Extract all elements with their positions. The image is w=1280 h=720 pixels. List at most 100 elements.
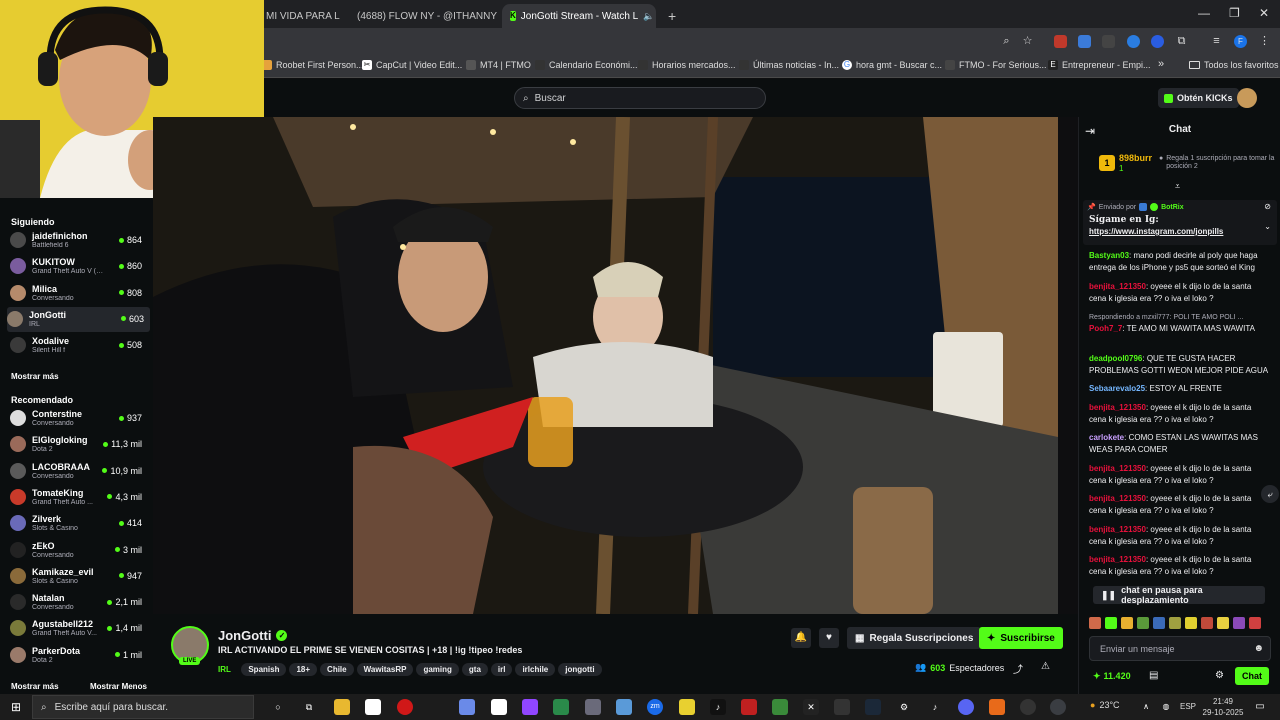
zoom-icon[interactable]: ⌕: [1000, 35, 1013, 48]
chat-message[interactable]: deadpool0796: QUE TE GUSTA HACER PROBLEM…: [1089, 353, 1269, 377]
app-icon[interactable]: [459, 699, 475, 715]
chat-username[interactable]: carlokete: [1089, 433, 1124, 442]
sidebar-channel[interactable]: Kamikaze_evil Slots & Casino 947: [10, 564, 148, 589]
windows-start-icon[interactable]: ⊞: [8, 699, 24, 715]
sidebar-channel[interactable]: ParkerDota Dota 2 1 mil: [10, 643, 148, 668]
calendar-icon[interactable]: ▤: [1149, 670, 1158, 681]
extension-icon-5[interactable]: [1151, 35, 1164, 48]
search-input[interactable]: ⌕ Buscar: [514, 87, 766, 109]
translate-icon[interactable]: [1078, 35, 1091, 48]
chat-username[interactable]: benjita_121350: [1089, 282, 1146, 291]
stream-tag[interactable]: Chile: [320, 663, 354, 676]
restore-icon[interactable]: ❐: [1229, 6, 1240, 20]
bookmark-item[interactable]: E Entrepreneur - Empi...: [1048, 60, 1151, 70]
stream-category[interactable]: IRL: [218, 665, 231, 674]
minecraft-icon[interactable]: [772, 699, 788, 715]
sidebar-channel[interactable]: Conterstine Conversando 937: [10, 406, 148, 431]
stream-tag[interactable]: 18+: [289, 663, 318, 676]
bell-icon[interactable]: 🔔: [791, 628, 811, 648]
emoji-icon[interactable]: ☻: [1253, 643, 1264, 654]
minimize-icon[interactable]: —: [1198, 6, 1210, 20]
cortana-icon[interactable]: ○: [270, 699, 286, 715]
channel-name[interactable]: JonGotti: [218, 628, 271, 643]
pinned-link[interactable]: https://www.instagram.com/jonpills: [1089, 227, 1223, 236]
channel-points[interactable]: ✦ 11.420: [1093, 671, 1131, 682]
app-icon[interactable]: [989, 699, 1005, 715]
emote-icon[interactable]: [1249, 617, 1261, 629]
chat-username[interactable]: Bastyan03: [1089, 251, 1129, 260]
bookmark-item[interactable]: Ghora gmt - Buscar c...: [842, 60, 942, 70]
sidebar-channel[interactable]: LACOBRAAA Conversando 10,9 mil: [10, 459, 148, 484]
chat-username[interactable]: benjita_121350: [1089, 555, 1146, 564]
chat-message[interactable]: benjita_121350: oyeee el k dijo lo de la…: [1089, 493, 1269, 517]
file-explorer-icon[interactable]: [334, 699, 350, 715]
share-icon[interactable]: ⤴: [1013, 661, 1023, 676]
extensions-puzzle-icon[interactable]: ⧉: [1175, 35, 1188, 48]
chat-username[interactable]: Sebaarevalo25: [1089, 384, 1145, 393]
user-avatar[interactable]: [1237, 88, 1257, 108]
settings-icon[interactable]: ⚙: [896, 699, 912, 715]
heart-icon[interactable]: ♥: [819, 628, 839, 648]
bookmark-item[interactable]: ✂ CapCut | Video Edit...: [362, 60, 462, 70]
obs-icon[interactable]: [1020, 699, 1036, 715]
app-icon[interactable]: [834, 699, 850, 715]
browser-tab-3[interactable]: K JonGotti Stream - Watch L 🔈 ✕: [502, 4, 656, 28]
emote-icon[interactable]: [1089, 617, 1101, 629]
browser-tab-1[interactable]: MI VIDA PARA L ✕: [258, 4, 344, 28]
chrome-icon[interactable]: [1050, 699, 1066, 715]
chat-message[interactable]: benjita_121350: oyeee el k dijo lo de la…: [1089, 463, 1269, 487]
chat-username[interactable]: benjita_121350: [1089, 494, 1146, 503]
sidebar-channel[interactable]: Agustabell212 Grand Theft Auto V... 1,4 mi…: [10, 616, 148, 641]
settings-icon[interactable]: ⚙: [1215, 670, 1224, 681]
stream-tag[interactable]: WawitasRP: [356, 663, 414, 676]
sidebar-channel[interactable]: KUKITOW Grand Theft Auto V (G... 860: [10, 254, 148, 279]
stream-tag[interactable]: gta: [461, 663, 488, 676]
sidebar-channel[interactable]: TomateKing Grand Theft Auto ... 4,3 mil: [10, 485, 148, 510]
app-icon[interactable]: [616, 699, 632, 715]
document-icon[interactable]: [365, 699, 381, 715]
profile-avatar-icon[interactable]: F: [1234, 35, 1247, 48]
chat-input[interactable]: Enviar un mensaje ☻: [1089, 636, 1271, 661]
chat-message[interactable]: Pooh7_7: TE AMO MI WAWITA MAS WAWITA: [1089, 323, 1269, 335]
tray-chevron-icon[interactable]: ∧: [1138, 699, 1154, 715]
chevron-down-icon[interactable]: ⌄: [1264, 222, 1271, 231]
show-more-following[interactable]: Mostrar más: [11, 372, 59, 381]
sidebar-channel[interactable]: jaidefinichon Battlefield 6 864: [10, 228, 148, 253]
capcut-icon[interactable]: ✕: [803, 699, 819, 715]
sidebar-channel[interactable]: JonGotti IRL 603: [7, 306, 150, 332]
leaderboard-toggle-icon[interactable]: ⩡: [1175, 181, 1180, 192]
get-kicks-button[interactable]: Obtén KICKs: [1158, 88, 1239, 108]
emote-icon[interactable]: [1201, 617, 1213, 629]
stream-tag[interactable]: gaming: [416, 663, 459, 676]
bookmark-item[interactable]: FTMO - For Serious...: [945, 60, 1047, 70]
emote-icon[interactable]: [1137, 617, 1149, 629]
bookmark-item[interactable]: Calendario Económi...: [535, 60, 638, 70]
extension-icon-1[interactable]: [1054, 35, 1067, 48]
bookmark-item[interactable]: Últimas noticias - In...: [739, 60, 839, 70]
show-more-recommended[interactable]: Mostrar más: [11, 682, 59, 691]
sidebar-channel[interactable]: ElGlogloking Dota 2 11,3 mil: [10, 432, 148, 457]
unpin-icon[interactable]: ⊘: [1264, 202, 1271, 211]
chat-username[interactable]: benjita_121350: [1089, 525, 1146, 534]
app-icon[interactable]: [553, 699, 569, 715]
all-bookmarks-folder[interactable]: Todos los favoritos: [1189, 60, 1279, 70]
chat-username[interactable]: benjita_121350: [1089, 403, 1146, 412]
task-view-icon[interactable]: ⧉: [301, 699, 317, 715]
opera-icon[interactable]: [397, 699, 413, 715]
app-icon[interactable]: [741, 699, 757, 715]
notifications-icon[interactable]: ▭: [1252, 699, 1268, 715]
window-close-icon[interactable]: ✕: [1259, 6, 1269, 20]
stream-tag[interactable]: irl: [490, 663, 513, 676]
bookmark-item[interactable]: MT4 | FTMO: [466, 60, 531, 70]
language-indicator[interactable]: ESP: [1180, 702, 1196, 711]
sidebar-channel[interactable]: Milica Conversando 808: [10, 281, 148, 306]
chat-username[interactable]: deadpool0796: [1089, 354, 1142, 363]
emote-icon[interactable]: [1121, 617, 1133, 629]
stream-tag[interactable]: irlchile: [515, 663, 556, 676]
clock[interactable]: 21:49 29-10-2025: [1200, 696, 1246, 718]
speaker-icon[interactable]: 🔈: [643, 11, 654, 22]
chat-username[interactable]: Pooh7_7: [1089, 324, 1122, 333]
video-player[interactable]: [153, 117, 1058, 614]
taskbar-search[interactable]: ⌕ Escribe aquí para buscar.: [32, 695, 254, 719]
send-chat-button[interactable]: Chat: [1235, 667, 1269, 685]
